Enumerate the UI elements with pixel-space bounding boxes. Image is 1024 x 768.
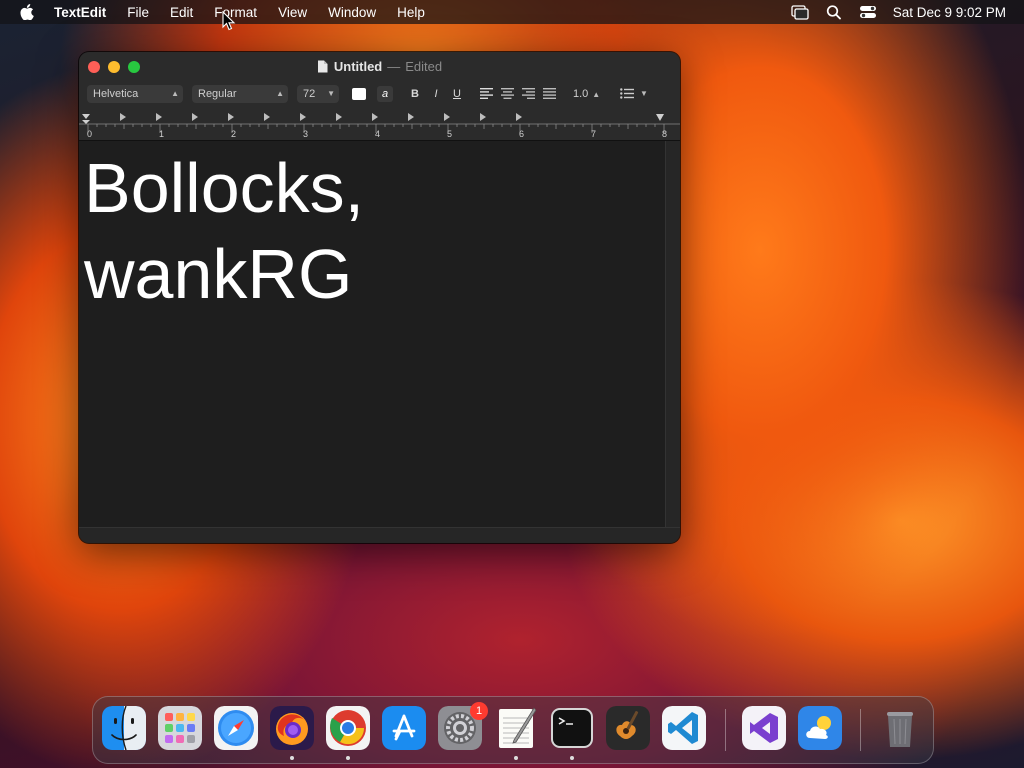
italic-button[interactable]: I [428, 85, 444, 103]
weather-icon[interactable] [798, 706, 842, 750]
app-store-icon[interactable] [382, 706, 426, 750]
format-bar: Helvetica ▲ Regular ▲ 72 ▼ a B I U 1.0 ▲ ▼ [79, 82, 680, 108]
updown-chevron-icon: ▲ [592, 90, 601, 99]
window-titlebar[interactable]: Untitled — Edited [79, 52, 680, 82]
running-indicator [570, 756, 574, 760]
updown-chevron-icon: ▲ [171, 89, 179, 98]
ruler-label: 4 [375, 129, 380, 139]
align-left-icon[interactable] [480, 88, 493, 99]
font-style-popup[interactable]: Regular ▲ [192, 85, 288, 103]
bullet-list-icon[interactable] [620, 88, 634, 99]
updown-chevron-icon: ▲ [276, 89, 284, 98]
chrome-icon[interactable] [326, 706, 370, 750]
bold-button[interactable]: B [407, 85, 423, 103]
right-indent-marker[interactable] [656, 114, 664, 121]
menu-file[interactable]: File [127, 5, 149, 20]
textedit-icon[interactable] [494, 706, 538, 750]
apple-icon[interactable] [20, 4, 34, 20]
font-family-value: Helvetica [93, 88, 139, 100]
document-icon [317, 60, 328, 73]
running-indicator [290, 756, 294, 760]
menu-app-name[interactable]: TextEdit [54, 5, 106, 20]
menu-view[interactable]: View [278, 5, 307, 20]
ruler-label: 6 [519, 129, 524, 139]
align-center-icon[interactable] [501, 88, 514, 99]
trash-icon[interactable] [878, 706, 922, 750]
align-justify-icon[interactable] [543, 88, 556, 99]
ruler-label: 3 [303, 129, 308, 139]
dock-separator [725, 709, 726, 751]
garageband-icon[interactable] [606, 706, 650, 750]
ruler-label: 7 [591, 129, 596, 139]
menu-window[interactable]: Window [328, 5, 376, 20]
document-text-area[interactable]: Bollocks, wankRG [79, 141, 665, 527]
firefox-icon[interactable] [270, 706, 314, 750]
running-indicator [346, 756, 350, 760]
vertical-scrollbar[interactable] [665, 141, 680, 527]
finder-icon[interactable] [102, 706, 146, 750]
safari-icon[interactable] [214, 706, 258, 750]
running-indicator [514, 756, 518, 760]
text-background-color-well[interactable]: a [377, 86, 393, 102]
screen-mirroring-icon[interactable] [791, 4, 809, 20]
dock-separator [860, 709, 861, 751]
window-title-separator: — [387, 59, 401, 74]
dock [92, 696, 934, 764]
control-center-icon[interactable] [859, 4, 877, 20]
launchpad-icon[interactable] [158, 706, 202, 750]
left-indent-marker[interactable] [82, 120, 90, 124]
document-line: Bollocks, [84, 149, 365, 227]
font-style-value: Regular [198, 88, 237, 100]
tab-stop-markers[interactable] [120, 113, 522, 121]
terminal-icon[interactable] [550, 706, 594, 750]
document-text[interactable]: Bollocks, wankRG [84, 145, 364, 317]
ruler-label: 2 [231, 129, 236, 139]
spotlight-search-icon[interactable] [825, 4, 843, 20]
align-right-icon[interactable] [522, 88, 535, 99]
menu-bar: TextEdit File Edit Format View Window He… [0, 0, 1024, 24]
window-title-status: Edited [405, 59, 443, 74]
text-color-well[interactable] [352, 88, 366, 100]
menubar-clock[interactable]: Sat Dec 9 9:02 PM [893, 5, 1006, 20]
vscode-icon[interactable] [662, 706, 706, 750]
chevron-down-icon: ▼ [327, 89, 335, 98]
notification-badge: 1 [470, 702, 488, 720]
font-size-value: 72 [303, 88, 316, 100]
menu-edit[interactable]: Edit [170, 5, 193, 20]
window-title-name: Untitled [333, 59, 383, 74]
ruler-label: 1 [159, 129, 164, 139]
menu-help[interactable]: Help [397, 5, 425, 20]
window-bottom-bar [79, 527, 680, 543]
window-title: Untitled — Edited [79, 59, 680, 74]
menubar-status-area: Sat Dec 9 9:02 PM [775, 0, 1006, 24]
document-line: wankRG [84, 235, 353, 313]
mouse-cursor-icon [222, 11, 236, 31]
first-line-indent-marker[interactable] [82, 114, 90, 119]
ruler-label: 5 [447, 129, 452, 139]
visual-studio-icon[interactable] [742, 706, 786, 750]
ruler-scale: 0 1 2 3 4 5 6 7 8 [79, 113, 680, 139]
font-family-popup[interactable]: Helvetica ▲ [87, 85, 183, 103]
textedit-window: Untitled — Edited Helvetica ▲ Regular ▲ 72 ▼ … [79, 52, 680, 543]
ruler[interactable]: 0 1 2 3 4 5 6 7 8 [79, 108, 680, 141]
font-size-popup[interactable]: 72 ▼ [297, 85, 339, 103]
chevron-down-icon[interactable]: ▼ [640, 85, 648, 103]
ruler-label: 8 [662, 129, 667, 139]
underline-button[interactable]: U [449, 85, 465, 103]
line-spacing-popup[interactable]: 1.0 ▲ [573, 85, 605, 103]
line-spacing-value: 1.0 [573, 88, 589, 100]
ruler-label: 0 [87, 129, 92, 139]
